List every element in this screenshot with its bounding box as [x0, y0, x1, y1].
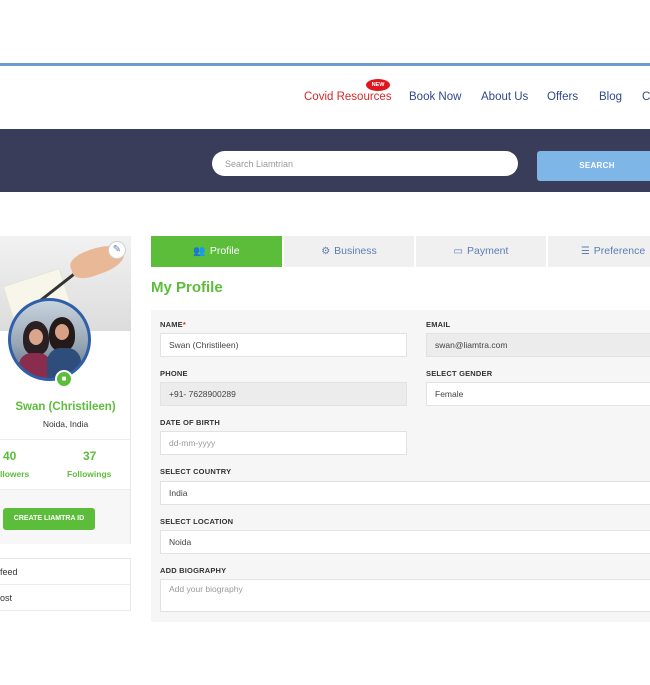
search-banner: SEARCH [0, 129, 650, 192]
tab-business[interactable]: ⚙ Business [284, 236, 414, 267]
email-field[interactable]: swan@liamtra.com [426, 333, 650, 357]
menu-item-feed[interactable]: feed [0, 559, 130, 585]
followings-count[interactable]: 37 [83, 449, 96, 463]
change-photo-button[interactable]: ■ [55, 370, 73, 388]
name-label-text: NAME [160, 320, 183, 329]
credit-card-icon: ▭ [453, 246, 463, 257]
camera-icon: ■ [61, 374, 67, 383]
nav-book-now[interactable]: Book Now [409, 91, 461, 103]
profile-tabs: 👥 Profile ⚙ Business ▭ Payment ☰ Preference [151, 236, 650, 267]
name-label: NAME* [160, 320, 186, 329]
location-label: SELECT LOCATION [160, 517, 234, 526]
followings-label[interactable]: Followings [67, 469, 111, 479]
nav-contact[interactable]: Co [642, 91, 650, 103]
followers-label[interactable]: llowers [0, 469, 29, 479]
avatar-person-1-face [29, 329, 43, 345]
biography-textarea[interactable]: Add your biography [160, 579, 650, 612]
create-liamtra-id-button[interactable]: CREATE LIAMTRA ID [3, 508, 95, 530]
nav-blog[interactable]: Blog [599, 91, 622, 103]
profile-stats: 40 llowers 37 Followings [0, 439, 131, 489]
edit-icon: ✎ [112, 244, 122, 255]
nav-about-us[interactable]: About Us [481, 91, 528, 103]
tab-payment[interactable]: ▭ Payment [416, 236, 546, 267]
sliders-icon: ☰ [580, 246, 590, 257]
avatar-person-2-face [55, 324, 69, 340]
email-label: EMAIL [426, 320, 451, 329]
avatar[interactable] [8, 298, 91, 381]
nav-covid-resources[interactable]: Covid Resources [304, 91, 392, 103]
users-icon: 👥 [193, 246, 206, 257]
location-select[interactable]: Noida [160, 530, 650, 554]
biography-label: ADD BIOGRAPHY [160, 566, 227, 575]
gender-label: SELECT GENDER [426, 369, 493, 378]
tab-payment-label: Payment [467, 245, 509, 257]
dob-label: DATE OF BIRTH [160, 418, 220, 427]
search-input[interactable] [212, 151, 518, 176]
country-select[interactable]: India [160, 481, 650, 505]
create-id-area: CREATE LIAMTRA ID [0, 489, 131, 544]
search-button[interactable]: SEARCH [537, 151, 650, 181]
name-field[interactable]: Swan (Christileen) [160, 333, 407, 357]
profile-menu: feed ost [0, 558, 131, 611]
tab-business-label: Business [334, 245, 377, 257]
tab-profile-label: Profile [209, 245, 240, 257]
followers-count[interactable]: 40 [3, 449, 16, 463]
gear-icon: ⚙ [321, 246, 331, 257]
phone-field[interactable]: +91- 7628900289 [160, 382, 407, 406]
main-nav: NEW Covid Resources Book Now About Us Of… [0, 66, 650, 128]
tab-preference-label: Preference [593, 245, 646, 257]
country-label: SELECT COUNTRY [160, 467, 232, 476]
profile-location: Noida, India [42, 419, 89, 429]
page-title: My Profile [151, 279, 223, 296]
gender-select[interactable]: Female [426, 382, 650, 406]
profile-form: NAME* Swan (Christileen) EMAIL swan@liam… [151, 310, 650, 622]
profile-name: Swan (Christileen) [15, 401, 116, 413]
tab-preference[interactable]: ☰ Preference [548, 236, 650, 267]
required-marker: * [182, 320, 187, 329]
menu-item-post[interactable]: ost [0, 585, 130, 611]
nav-offers[interactable]: Offers [547, 91, 578, 103]
tab-profile[interactable]: 👥 Profile [151, 236, 282, 267]
phone-label: PHONE [160, 369, 188, 378]
edit-cover-button[interactable]: ✎ [108, 241, 126, 259]
dob-field[interactable]: dd-mm-yyyy [160, 431, 407, 455]
new-badge: NEW [366, 79, 390, 91]
